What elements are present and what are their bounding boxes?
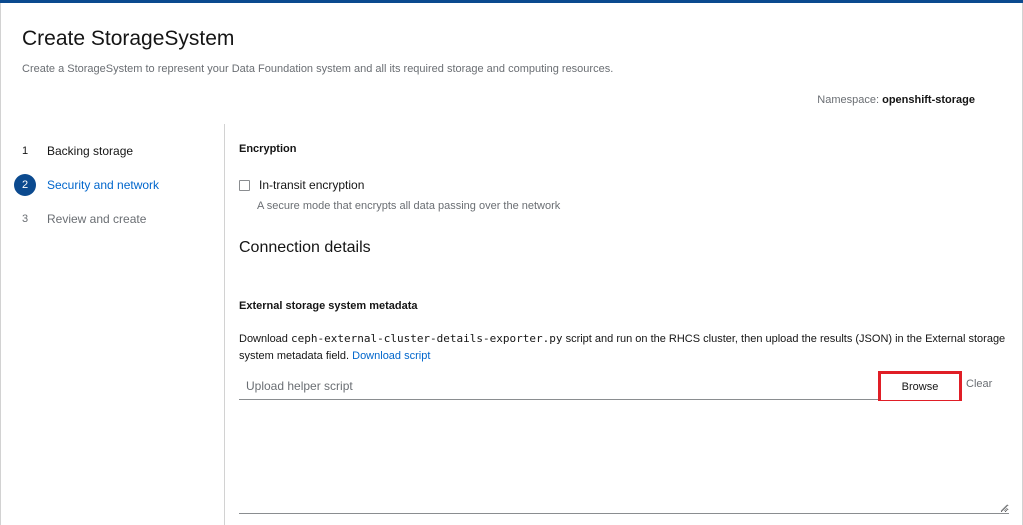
step-number: 3: [21, 213, 29, 225]
in-transit-encryption-checkbox[interactable]: [239, 179, 250, 191]
in-transit-encryption-description: A secure mode that encrypts all data pas…: [257, 200, 561, 212]
nav-divider: [224, 124, 225, 525]
wizard-step-backing-storage[interactable]: 1 Backing storage: [14, 134, 214, 168]
frame-border-left: [0, 3, 1, 525]
file-upload: Browse Clear: [239, 371, 1009, 403]
namespace-value: openshift-storage: [882, 94, 975, 106]
namespace-indicator: Namespace: openshift-storage: [817, 94, 975, 106]
encryption-heading: Encryption: [239, 143, 297, 155]
help-prefix: Download: [239, 333, 291, 345]
in-transit-encryption-label: In-transit encryption: [259, 178, 365, 192]
step-number: 2: [14, 174, 36, 196]
page-title: Create StorageSystem: [22, 27, 235, 50]
step-label: Review and create: [47, 212, 147, 226]
step-label: Security and network: [47, 178, 160, 192]
metadata-textarea[interactable]: [239, 401, 1009, 514]
download-script-link[interactable]: Download script: [352, 350, 430, 362]
resize-grip-icon[interactable]: [1000, 504, 1008, 512]
namespace-label: Namespace:: [817, 94, 880, 106]
page-description: Create a StorageSystem to represent your…: [22, 63, 614, 75]
top-accent-bar: [0, 0, 1023, 3]
wizard-step-security-and-network[interactable]: 2 Security and network: [14, 168, 214, 202]
clear-button[interactable]: Clear: [966, 378, 992, 390]
upload-filename-input[interactable]: [239, 372, 878, 400]
browse-button[interactable]: Browse: [878, 371, 962, 403]
connection-details-heading: Connection details: [239, 239, 371, 256]
step-number: 1: [21, 145, 29, 157]
metadata-field-label: External storage system metadata: [239, 300, 418, 312]
step-label: Backing storage: [47, 144, 134, 158]
metadata-help-text: Download ceph-external-cluster-details-e…: [239, 330, 1009, 365]
in-transit-encryption-option[interactable]: In-transit encryption: [239, 178, 364, 192]
wizard-nav: 1 Backing storage 2 Security and network…: [14, 134, 214, 236]
helper-script-name: ceph-external-cluster-details-exporter.p…: [290, 332, 563, 345]
wizard-step-review-and-create[interactable]: 3 Review and create: [14, 202, 214, 236]
